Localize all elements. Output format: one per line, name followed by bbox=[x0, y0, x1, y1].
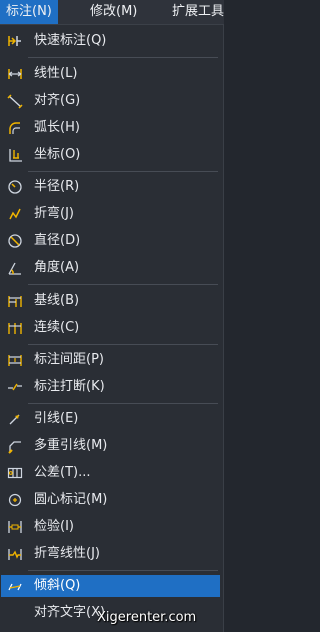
baseline-icon bbox=[7, 293, 23, 309]
separator bbox=[28, 403, 218, 404]
menu-item-label: 坐标(O) bbox=[34, 147, 81, 162]
menu-item-label: 公差(T)... bbox=[34, 465, 91, 480]
dimension-break-icon bbox=[7, 379, 23, 395]
menu-item-label: 连续(C) bbox=[34, 320, 80, 335]
menu-item-label: 标注间距(P) bbox=[34, 352, 104, 367]
oblique-icon bbox=[7, 578, 23, 594]
menu-item-label: 多重引线(M) bbox=[34, 438, 108, 453]
menubar-extend-tools[interactable]: 扩展工具 bbox=[166, 0, 230, 24]
separator bbox=[28, 344, 218, 345]
menu-item-baseline[interactable]: 基线(B) bbox=[1, 290, 220, 312]
aligned-icon bbox=[7, 93, 23, 109]
menu-item-inspection[interactable]: 检验(I) bbox=[1, 516, 220, 538]
leader-icon bbox=[7, 411, 23, 427]
menu-item-diameter[interactable]: 直径(D) bbox=[1, 230, 220, 252]
menu-item-label: 对齐(G) bbox=[34, 93, 81, 108]
menu-item-label: 折弯线性(J) bbox=[34, 546, 100, 561]
menu-item-tolerance[interactable]: 公差(T)... bbox=[1, 462, 220, 484]
menu-item-label: 半径(R) bbox=[34, 179, 80, 194]
menu-item-label: 线性(L) bbox=[34, 66, 78, 81]
quick-dimension-icon bbox=[7, 33, 23, 49]
menu-item-label: 直径(D) bbox=[34, 233, 81, 248]
ordinate-icon bbox=[7, 147, 23, 163]
menu-item-ordinate[interactable]: 坐标(O) bbox=[1, 144, 220, 166]
menu-item-leader[interactable]: 引线(E) bbox=[1, 408, 220, 430]
separator bbox=[28, 284, 218, 285]
menu-item-radius[interactable]: 半径(R) bbox=[1, 176, 220, 198]
dimension-space-icon bbox=[7, 352, 23, 368]
jogged-icon bbox=[7, 206, 23, 222]
center-mark-icon bbox=[7, 492, 23, 508]
linear-icon bbox=[7, 66, 23, 82]
menu-item-label: 弧长(H) bbox=[34, 120, 80, 135]
menu-item-linear[interactable]: 线性(L) bbox=[1, 63, 220, 85]
angular-icon bbox=[7, 260, 23, 276]
menu-item-oblique[interactable]: 倾斜(Q) bbox=[1, 575, 220, 597]
separator bbox=[28, 570, 218, 571]
separator bbox=[28, 57, 218, 58]
menu-item-quick-dimension[interactable]: 快速标注(Q) bbox=[1, 30, 220, 52]
menu-item-label: 检验(I) bbox=[34, 519, 74, 534]
menu-item-label: 圆心标记(M) bbox=[34, 492, 108, 507]
menu-item-label: 对齐文字(X) bbox=[34, 605, 106, 620]
multileader-icon bbox=[7, 438, 23, 454]
jogged-linear-icon bbox=[7, 546, 23, 562]
menu-item-multileader[interactable]: 多重引线(M) bbox=[1, 435, 220, 457]
menu-item-label: 角度(A) bbox=[34, 260, 80, 275]
menu-item-jogged-linear[interactable]: 折弯线性(J) bbox=[1, 543, 220, 565]
tolerance-icon bbox=[7, 465, 23, 481]
menu-item-angular[interactable]: 角度(A) bbox=[1, 257, 220, 279]
menu-item-aligned[interactable]: 对齐(G) bbox=[1, 90, 220, 112]
inspection-icon bbox=[7, 519, 23, 535]
continue-icon bbox=[7, 320, 23, 336]
menu-item-arc-length[interactable]: 弧长(H) bbox=[1, 117, 220, 139]
menu-item-label: 引线(E) bbox=[34, 411, 79, 426]
menu-item-center-mark[interactable]: 圆心标记(M) bbox=[1, 489, 220, 511]
menubar-dimension[interactable]: 标注(N) bbox=[0, 0, 58, 24]
menu-item-dimension-space[interactable]: 标注间距(P) bbox=[1, 349, 220, 371]
menu-item-label: 倾斜(Q) bbox=[34, 578, 81, 593]
separator bbox=[28, 171, 218, 172]
menu-item-dimension-break[interactable]: 标注打断(K) bbox=[1, 376, 220, 398]
menu-item-label: 标注打断(K) bbox=[34, 379, 105, 394]
diameter-icon bbox=[7, 233, 23, 249]
menu-item-label: 快速标注(Q) bbox=[34, 33, 107, 48]
menu-item-jogged[interactable]: 折弯(J) bbox=[1, 203, 220, 225]
arc-length-icon bbox=[7, 120, 23, 136]
watermark-text: Xigerenter.com bbox=[97, 610, 197, 625]
menubar: 标注(N) 修改(M) 扩展工具 bbox=[0, 0, 224, 25]
menu-item-label: 折弯(J) bbox=[34, 206, 74, 221]
menu-item-continue[interactable]: 连续(C) bbox=[1, 317, 220, 339]
menu-item-label: 基线(B) bbox=[34, 293, 80, 308]
radius-icon bbox=[7, 179, 23, 195]
menubar-modify[interactable]: 修改(M) bbox=[84, 0, 143, 24]
dimension-dropdown-menu: 快速标注(Q) 线性(L) 对齐(G) 弧长(H) 坐标(O) 半径(R) 折弯… bbox=[0, 25, 224, 632]
